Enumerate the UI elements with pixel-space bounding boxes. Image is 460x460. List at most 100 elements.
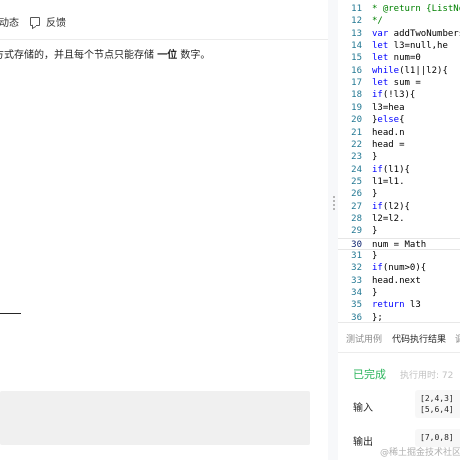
code-line[interactable]: 20 }else{ bbox=[338, 114, 460, 126]
code-text: */ bbox=[372, 16, 383, 27]
line-number: 30 bbox=[351, 239, 362, 250]
output-line: [7,0,8] bbox=[420, 433, 454, 442]
tab-feedback[interactable]: 反馈 bbox=[30, 14, 66, 29]
code-line[interactable]: 25 l1=l1. bbox=[338, 176, 460, 188]
panel-splitter[interactable] bbox=[328, 0, 338, 460]
code-text: let l3=null,he bbox=[372, 41, 448, 52]
code-text: head.n bbox=[372, 127, 405, 138]
code-line[interactable]: 36}; bbox=[338, 312, 460, 322]
line-number: 17 bbox=[351, 78, 362, 89]
code-line[interactable]: 15 let num=0 bbox=[338, 52, 460, 64]
code-text: if(!l3){ bbox=[372, 90, 416, 101]
line-number: 28 bbox=[351, 213, 362, 224]
code-text: if(l1){ bbox=[372, 164, 410, 175]
code-text: l2=l2. bbox=[372, 213, 405, 224]
line-number: 23 bbox=[351, 152, 362, 163]
code-text: } bbox=[372, 251, 378, 261]
tab-dynamics-label: 动态 bbox=[0, 18, 19, 29]
code-text: } bbox=[372, 288, 378, 299]
code-line[interactable]: 22 head = bbox=[338, 139, 460, 151]
code-text: while(l1||l2){ bbox=[372, 65, 448, 76]
code-line[interactable]: 18 if(!l3){ bbox=[338, 89, 460, 101]
line-number: 36 bbox=[351, 312, 362, 322]
code-text: l3=hea bbox=[372, 102, 405, 113]
line-number: 18 bbox=[351, 90, 362, 101]
code-text: if(num>0){ bbox=[372, 263, 427, 274]
line-number: 11 bbox=[351, 4, 362, 14]
code-line[interactable]: 17 let sum = bbox=[338, 77, 460, 89]
code-text: head = bbox=[372, 139, 405, 150]
line-number: 19 bbox=[351, 102, 362, 113]
code-line[interactable]: 21 head.n bbox=[338, 127, 460, 139]
line-number: 27 bbox=[351, 201, 362, 212]
code-line[interactable]: 33 head.next bbox=[338, 275, 460, 287]
tab-dynamics[interactable]: 动态 bbox=[0, 14, 19, 29]
code-text: return l3 bbox=[372, 300, 421, 311]
output-label: 输出 bbox=[353, 437, 373, 448]
code-text: } bbox=[372, 152, 378, 163]
code-line[interactable]: 32 if(num>0){ bbox=[338, 262, 460, 274]
code-line[interactable]: 28 l2=l2. bbox=[338, 213, 460, 225]
code-line[interactable]: 27 if(l2){ bbox=[338, 201, 460, 213]
code-editor[interactable]: 11 * @return {ListNo 12 */13 var addTwoNum… bbox=[338, 0, 460, 322]
code-line[interactable]: 29 } bbox=[338, 225, 460, 237]
line-number: 14 bbox=[351, 41, 362, 52]
line-number: 13 bbox=[351, 28, 362, 39]
code-line[interactable]: 16 while(l1||l2){ bbox=[338, 65, 460, 77]
code-text: }else{ bbox=[372, 115, 405, 126]
code-text: if(l2){ bbox=[372, 201, 410, 212]
code-line[interactable]: 12 */ bbox=[338, 15, 460, 27]
code-line[interactable]: 24 if(l1){ bbox=[338, 164, 460, 176]
line-number: 16 bbox=[351, 65, 362, 76]
code-line[interactable]: 19 l3=hea bbox=[338, 102, 460, 114]
line-number: 22 bbox=[351, 139, 362, 150]
code-line[interactable]: 23 } bbox=[338, 151, 460, 163]
code-line[interactable]: 34 } bbox=[338, 287, 460, 299]
code-text: }; bbox=[372, 312, 383, 322]
code-text: let sum = bbox=[372, 78, 421, 89]
description-bold: 一位 bbox=[157, 50, 178, 61]
input-line: [5,6,4] bbox=[420, 405, 454, 414]
line-number: 26 bbox=[351, 189, 362, 200]
result-panel: 测试用例 代码执行结果 调 已完成 执行用时: 72 输入 [2,4,3] [5… bbox=[338, 322, 460, 460]
code-line[interactable]: 30 num = Math bbox=[338, 237, 460, 250]
input-label: 输入 bbox=[353, 403, 373, 414]
section-divider bbox=[0, 313, 21, 314]
line-number: 24 bbox=[351, 164, 362, 175]
feedback-icon bbox=[30, 17, 40, 26]
input-value-box: [2,4,3] [5,6,4] bbox=[415, 390, 460, 418]
line-number: 12 bbox=[351, 16, 362, 27]
code-line[interactable]: 31 } bbox=[338, 250, 460, 262]
description-text-end: 数字。 bbox=[177, 50, 211, 61]
code-text: var addTwoNumbers bbox=[372, 28, 460, 39]
tab-test-cases[interactable]: 测试用例 bbox=[346, 332, 382, 345]
tab-debug[interactable]: 调 bbox=[455, 332, 460, 345]
code-text: } bbox=[372, 189, 378, 200]
line-number: 34 bbox=[351, 288, 362, 299]
line-number: 25 bbox=[351, 176, 362, 187]
code-text: } bbox=[372, 226, 378, 237]
code-line[interactable]: 14 let l3=null,he bbox=[338, 40, 460, 52]
line-number: 21 bbox=[351, 127, 362, 138]
line-number: 20 bbox=[351, 115, 362, 126]
line-number: 29 bbox=[351, 226, 362, 237]
tab-execution-result[interactable]: 代码执行结果 bbox=[392, 332, 446, 345]
drag-handle-icon[interactable] bbox=[333, 196, 335, 210]
line-number: 15 bbox=[351, 53, 362, 64]
code-text: l1=l1. bbox=[372, 176, 405, 187]
example-box bbox=[0, 391, 310, 445]
result-tabs: 测试用例 代码执行结果 调 bbox=[338, 323, 460, 353]
problem-tabs: 动态 反馈 bbox=[0, 0, 328, 40]
code-line[interactable]: 26 } bbox=[338, 188, 460, 200]
code-line[interactable]: 35 return l3 bbox=[338, 299, 460, 311]
tab-feedback-label: 反馈 bbox=[46, 18, 66, 29]
line-number: 32 bbox=[351, 263, 362, 274]
code-text: head.next bbox=[372, 275, 421, 286]
problem-panel: 动态 反馈 方式存储的，并且每个节点只能存储 一位 数字。 bbox=[0, 0, 328, 460]
execution-time: 执行用时: 72 bbox=[400, 371, 454, 381]
line-number: 31 bbox=[351, 251, 362, 261]
watermark: @稀土掘金技术社区 bbox=[380, 448, 460, 458]
code-line[interactable]: 11 * @return {ListNo bbox=[338, 3, 460, 15]
code-line[interactable]: 13 var addTwoNumbers bbox=[338, 28, 460, 40]
description-text: 方式存储的，并且每个节点只能存储 bbox=[0, 50, 158, 61]
